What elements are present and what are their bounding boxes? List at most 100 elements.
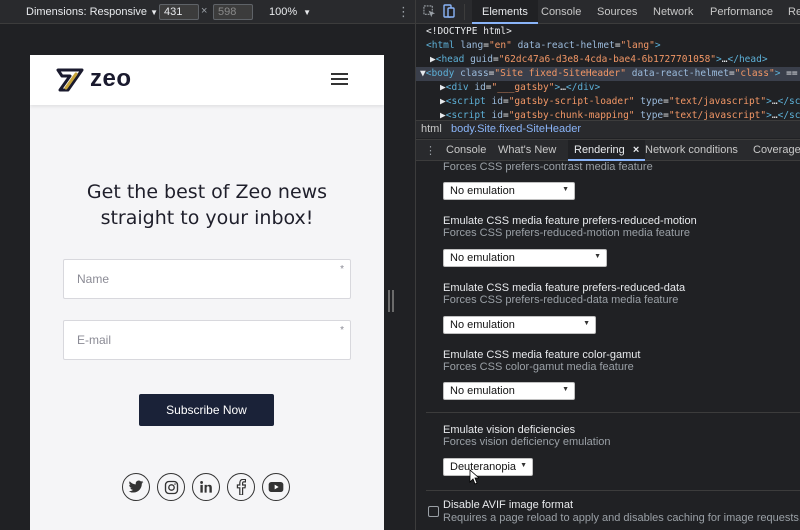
logo-text: zeo [90, 65, 132, 92]
dom-token: data-react-helmet [631, 68, 729, 79]
dom-token: "Site fixed-SiteHeader" [494, 68, 626, 79]
social-links [122, 473, 290, 501]
color-gamut-description: Forces CSS color-gamut media feature [443, 361, 634, 373]
more-options-icon[interactable]: ⋮ [397, 4, 410, 20]
vision-deficiency-select-value: Deuteranopia [450, 461, 517, 473]
drawer-tab-whats-new[interactable]: What's New [498, 144, 556, 156]
dom-node-line[interactable]: ▶<div id="___gatsby">…</div> [416, 81, 800, 95]
caret-down-icon: ▼ [594, 253, 601, 260]
tab-console[interactable]: Console [541, 6, 581, 18]
dom-tree[interactable]: <!DOCTYPE html> <html lang="en" data-reac… [416, 24, 800, 120]
height-input[interactable]: 598 [213, 4, 253, 20]
dom-node-line[interactable]: ▶<head guid="62dc47a6-d3e8-4cda-bae4-6b1… [416, 53, 800, 67]
email-field[interactable]: E-mail * [63, 320, 351, 360]
tab-performance[interactable]: Performance [710, 6, 773, 18]
name-placeholder: Name [77, 272, 110, 286]
inspect-element-icon[interactable] [423, 5, 436, 18]
reduced-data-description: Forces CSS prefers-reduced-data media fe… [443, 294, 679, 306]
dom-token: "text/javascript" [668, 110, 767, 120]
zoom-dropdown[interactable]: 100% ▼ [269, 6, 311, 18]
required-mark: * [340, 325, 344, 336]
dom-node-line[interactable]: <html lang="en" data-react-helmet="lang"… [416, 39, 800, 53]
dom-token: "class" [734, 68, 775, 79]
dom-token: type [640, 110, 664, 120]
drawer-tab-console[interactable]: Console [446, 144, 486, 156]
drawer-tab-rendering[interactable]: Rendering × [568, 140, 646, 161]
subscribe-button[interactable]: Subscribe Now [139, 394, 274, 426]
contrast-select-value: No emulation [450, 185, 515, 197]
zeo-logo-icon[interactable] [56, 68, 84, 92]
dom-node-line[interactable]: <!DOCTYPE html> [416, 25, 800, 39]
avif-checkbox[interactable] [428, 506, 439, 517]
reduced-data-select-value: No emulation [450, 319, 515, 331]
vision-title: Emulate vision deficiencies [443, 424, 576, 436]
instagram-icon[interactable] [157, 473, 185, 501]
dom-token: id [491, 96, 503, 107]
mouse-cursor-icon [469, 469, 479, 485]
dom-token: <script [445, 110, 492, 120]
dom-token: </head> [727, 54, 768, 65]
dimensions-dropdown[interactable]: Dimensions: Responsive ▼ [26, 6, 158, 18]
tab-overflow[interactable]: Re [788, 6, 800, 18]
hamburger-menu-icon[interactable] [331, 73, 348, 85]
dom-node-line[interactable]: ▶<script id="gatsby-chunk-mapping" type=… [416, 109, 800, 120]
device-toolbar-icon[interactable] [443, 4, 455, 19]
vision-deficiency-select[interactable]: Deuteranopia ▼ [443, 458, 533, 476]
reduced-data-title: Emulate CSS media feature prefers-reduce… [443, 282, 686, 294]
dom-node-line[interactable]: ▶<script id="gatsby-script-loader" type=… [416, 95, 800, 109]
dom-token: lang [460, 40, 484, 51]
dom-token: id [474, 82, 486, 93]
caret-down-icon: ▼ [150, 8, 158, 17]
drawer-menu-icon[interactable]: ⋮ [425, 144, 436, 157]
drawer-tab-coverage[interactable]: Coverage [753, 144, 800, 156]
dom-token: <head [435, 54, 471, 65]
color-gamut-select[interactable]: No emulation ▼ [443, 382, 575, 400]
color-gamut-title: Emulate CSS media feature color-gamut [443, 349, 641, 361]
dom-token: "gatsby-script-loader" [508, 96, 635, 107]
tab-elements[interactable]: Elements [472, 0, 538, 24]
dom-token: <body [425, 68, 461, 79]
contrast-description: Forces CSS prefers-contrast media featur… [443, 161, 653, 173]
device-toolbar: Dimensions: Responsive ▼ 431 × 598 100% ▼ … [0, 0, 415, 24]
dom-node-line[interactable]: ▼<body class="Site fixed-SiteHeader" dat… [416, 67, 800, 81]
reduced-motion-select-value: No emulation [450, 252, 515, 264]
caret-down-icon: ▼ [562, 386, 569, 393]
close-icon[interactable]: × [633, 144, 639, 156]
dom-token: <div [445, 82, 475, 93]
youtube-icon[interactable] [262, 473, 290, 501]
resize-handle[interactable] [388, 290, 394, 312]
dom-token: "___gatsby" [491, 82, 555, 93]
caret-down-icon: ▼ [520, 462, 527, 469]
tab-sources[interactable]: Sources [597, 6, 637, 18]
reduced-motion-select[interactable]: No emulation ▼ [443, 249, 607, 267]
dom-token: data-react-helmet [517, 40, 615, 51]
twitter-icon[interactable] [122, 473, 150, 501]
dom-token: type [640, 96, 664, 107]
breadcrumb-body[interactable]: body.Site.fixed-SiteHeader [451, 123, 581, 135]
dom-token: id [491, 110, 503, 120]
drawer-tab-network-conditions[interactable]: Network conditions [645, 144, 738, 156]
devtools-tab-bar: Elements Console Sources Network Perform… [416, 0, 800, 24]
dimensions-label: Dimensions: Responsive [26, 6, 148, 18]
site-header: zeo [30, 55, 384, 105]
tab-network[interactable]: Network [653, 6, 693, 18]
reduced-data-select[interactable]: No emulation ▼ [443, 316, 596, 334]
required-mark: * [340, 264, 344, 275]
dom-token: "gatsby-chunk-mapping" [508, 110, 635, 120]
dom-token: <html [426, 40, 461, 51]
contrast-select[interactable]: No emulation ▼ [443, 182, 575, 200]
facebook-icon[interactable] [227, 473, 255, 501]
caret-down-icon: ▼ [562, 186, 569, 193]
linkedin-icon[interactable] [192, 473, 220, 501]
color-gamut-select-value: No emulation [450, 385, 515, 397]
dom-token: "en" [488, 40, 512, 51]
drawer-tab-bar: ⋮ Console What's New Rendering × Network… [416, 139, 800, 161]
zoom-label: 100% [269, 6, 298, 18]
caret-down-icon: ▼ [583, 320, 590, 327]
dom-token: class [460, 68, 489, 79]
name-field[interactable]: Name * [63, 259, 351, 299]
dom-token: guid [470, 54, 493, 65]
devtools-panel: Elements Console Sources Network Perform… [416, 0, 800, 530]
width-input[interactable]: 431 [159, 4, 199, 20]
breadcrumb-html[interactable]: html [421, 123, 442, 135]
